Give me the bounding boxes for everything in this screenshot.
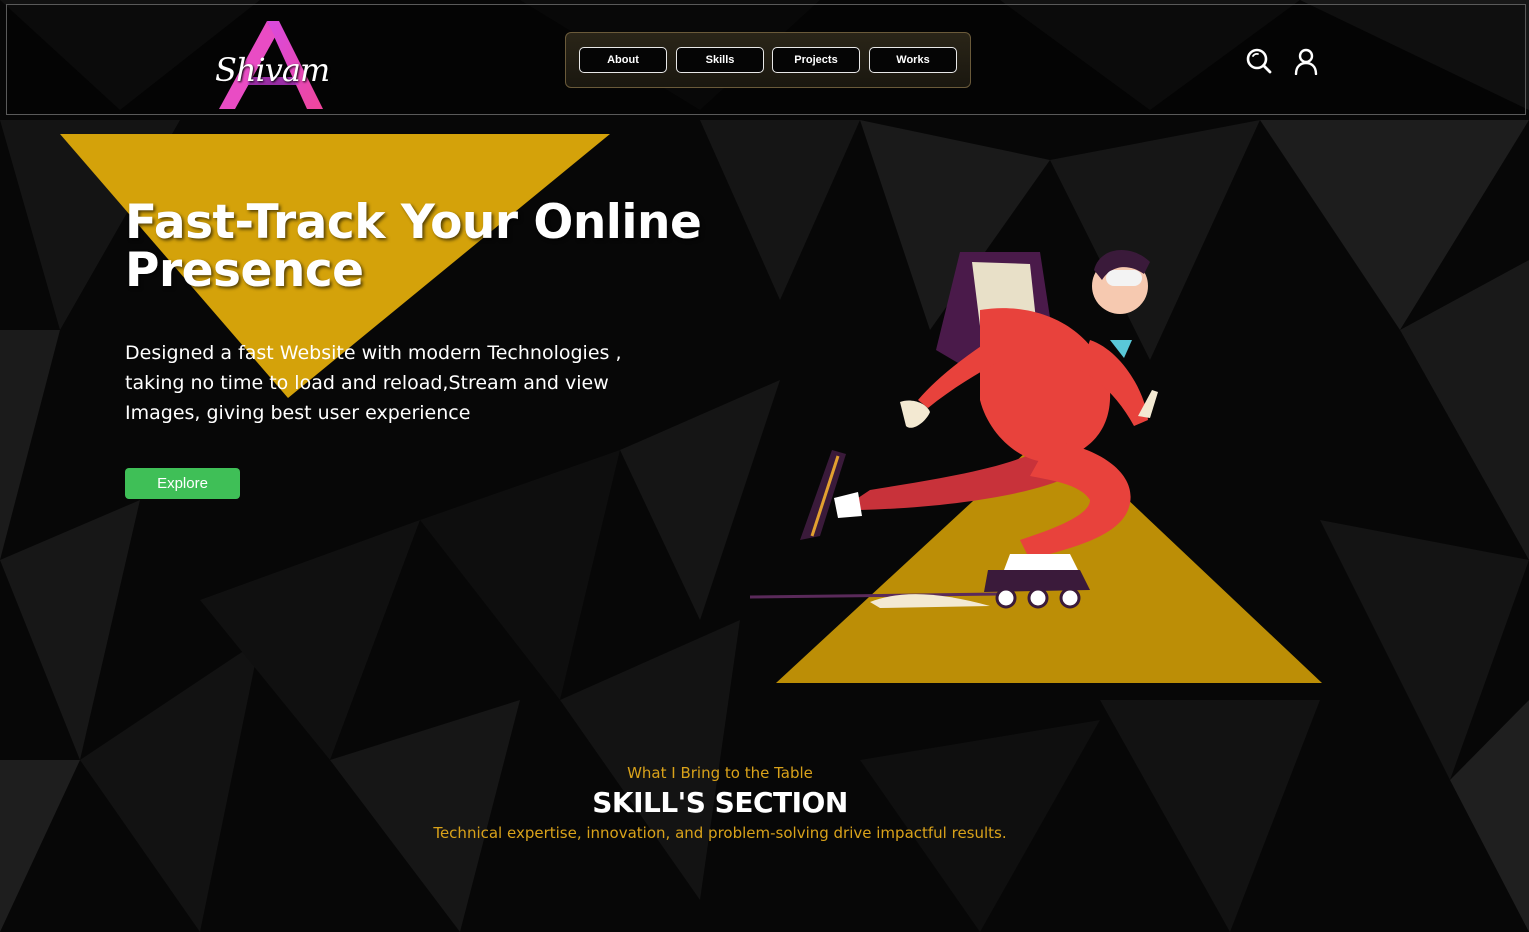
nav-projects-button[interactable]: Projects — [772, 47, 860, 73]
hero-title: Fast-Track Your Online Presence — [125, 199, 765, 295]
brand-logo[interactable]: Shivam — [207, 19, 331, 115]
site-header: Shivam About Skills Projects Works — [6, 4, 1526, 115]
main-nav: About Skills Projects Works — [565, 32, 971, 88]
page: Shivam About Skills Projects Works Fast-… — [0, 0, 1529, 932]
nav-skills-button[interactable]: Skills — [676, 47, 764, 73]
skater-with-backpack-illustration — [749, 250, 1158, 609]
nav-works-button[interactable]: Works — [869, 47, 957, 73]
skills-eyebrow: What I Bring to the Table — [627, 764, 813, 782]
brand-name: Shivam — [215, 51, 330, 89]
hero-title-line2: Presence — [125, 243, 364, 298]
explore-button[interactable]: Explore — [125, 468, 240, 499]
skills-subtitle: Technical expertise, innovation, and pro… — [433, 824, 1007, 842]
user-icon[interactable] — [1292, 47, 1320, 76]
hero-description: Designed a fast Website with modern Tech… — [125, 342, 622, 424]
hero-title-line1: Fast-Track Your Online — [125, 195, 702, 250]
search-icon[interactable] — [1245, 47, 1273, 75]
skills-title: SKILL'S SECTION — [592, 786, 848, 819]
nav-about-button[interactable]: About — [579, 47, 667, 73]
